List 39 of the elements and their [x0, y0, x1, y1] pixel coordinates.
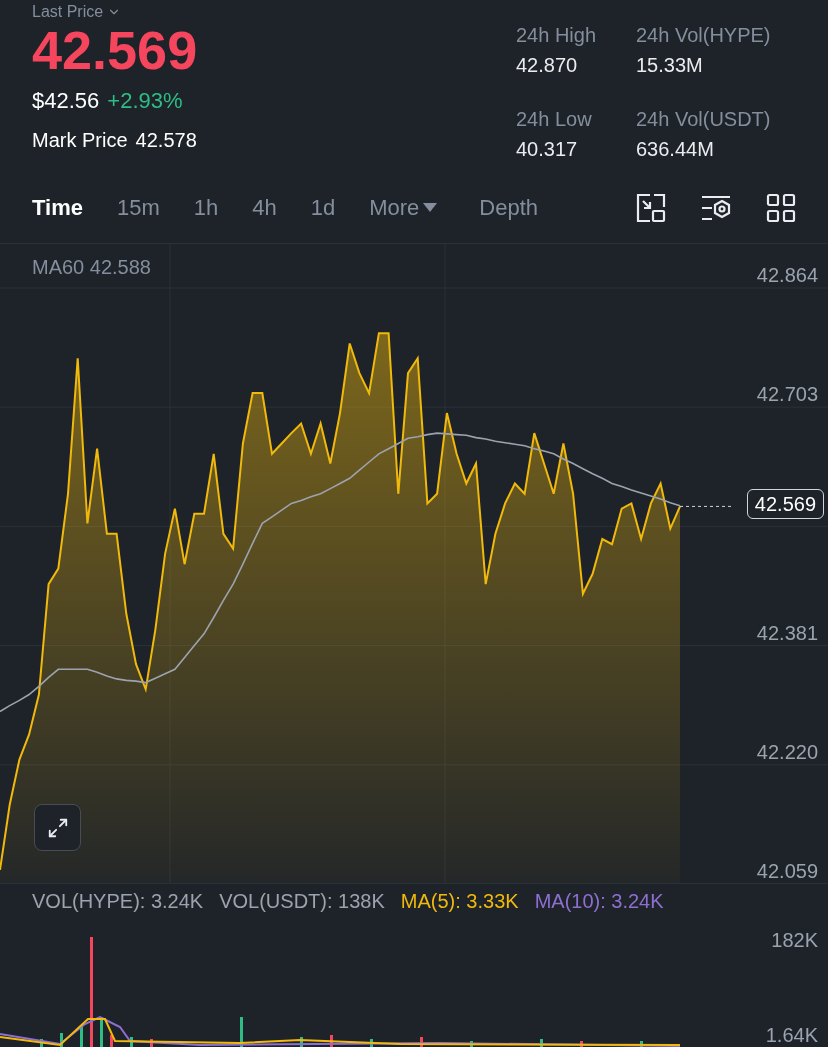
- y-axis-label: 42.220: [756, 740, 818, 763]
- dropdown-caret-icon: [423, 203, 438, 212]
- price-change: +2.93%: [107, 87, 183, 115]
- volume-legend-item: MA(5): 3.33K: [400, 889, 519, 914]
- current-price-label: 42.569: [746, 489, 824, 520]
- expand-icon: [46, 816, 69, 839]
- chart-toggle-icon[interactable]: [636, 192, 666, 223]
- stat-value: 40.317: [516, 137, 579, 162]
- stat-label: 24h Vol(HYPE): [636, 23, 772, 48]
- y-axis-label: 42.864: [756, 264, 818, 286]
- usd-price: $42.56: [32, 87, 100, 115]
- interval-tab[interactable]: Time: [32, 191, 83, 224]
- mark-price-value: 42.578: [135, 128, 197, 153]
- interval-tab[interactable]: 4h: [252, 191, 277, 224]
- expand-button[interactable]: [34, 804, 81, 851]
- interval-tab[interactable]: 1d: [310, 191, 336, 224]
- interval-tab[interactable]: 1h: [193, 191, 219, 224]
- y-axis-label: 42.703: [756, 383, 818, 406]
- grid-layout-icon[interactable]: [766, 192, 796, 223]
- last-price: 42.569: [32, 20, 198, 80]
- stat-label: 24h High: [516, 23, 598, 48]
- mark-price-label: Mark Price: [32, 128, 128, 153]
- interval-tab[interactable]: Depth: [479, 191, 539, 224]
- last-price-label: Last Price: [32, 4, 104, 20]
- volume-axis-label: 182K: [771, 930, 818, 950]
- volume-legend-item: VOL(USDT): 138K: [219, 889, 385, 914]
- volume-axis-label: 1.64K: [765, 1025, 818, 1045]
- stat-label: 24h Vol(USDT): [636, 107, 772, 132]
- y-axis-label: 42.381: [756, 621, 818, 644]
- y-axis-label: 42.059: [756, 860, 818, 882]
- interval-tab[interactable]: More: [369, 191, 438, 224]
- stat-value: 636.44M: [636, 137, 715, 162]
- stat-value: 15.33M: [636, 53, 704, 78]
- volume-legend-item: MA(10): 3.24K: [534, 889, 664, 914]
- volume-legend-item: VOL(HYPE): 3.24K: [32, 889, 204, 914]
- stat-label: 24h Low: [516, 107, 593, 132]
- interval-tab[interactable]: 15m: [116, 191, 160, 224]
- ma60-legend: MA60 42.588: [32, 252, 151, 282]
- stat-value: 42.870: [516, 53, 579, 78]
